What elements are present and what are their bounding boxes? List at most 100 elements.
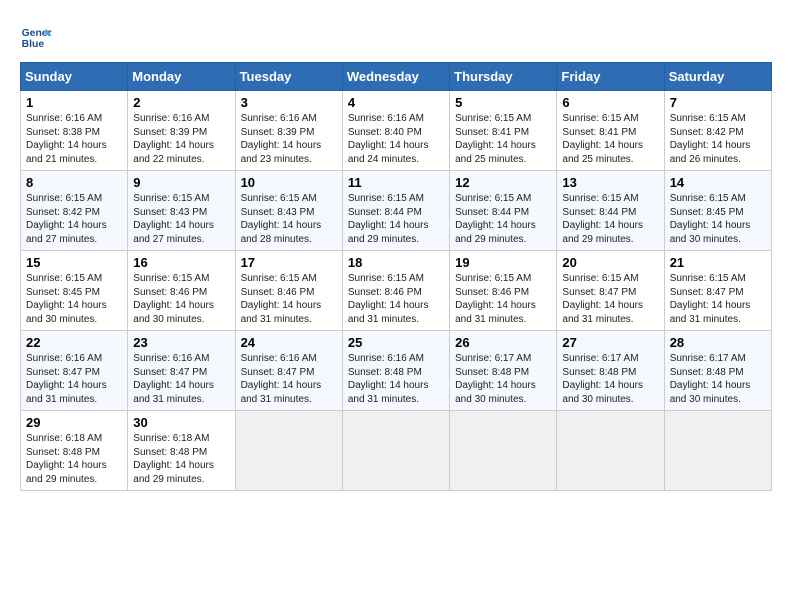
day-info: Sunrise: 6:15 AMSunset: 8:47 PMDaylight:… bbox=[670, 273, 751, 325]
day-info: Sunrise: 6:16 AMSunset: 8:40 PMDaylight:… bbox=[348, 113, 429, 165]
day-info: Sunrise: 6:16 AMSunset: 8:47 PMDaylight:… bbox=[26, 353, 107, 405]
day-number: 12 bbox=[455, 175, 551, 190]
calendar-cell: 14 Sunrise: 6:15 AMSunset: 8:45 PMDaylig… bbox=[664, 171, 771, 251]
day-info: Sunrise: 6:16 AMSunset: 8:39 PMDaylight:… bbox=[241, 113, 322, 165]
day-number: 28 bbox=[670, 335, 766, 350]
day-number: 6 bbox=[562, 95, 658, 110]
day-number: 20 bbox=[562, 255, 658, 270]
day-info: Sunrise: 6:15 AMSunset: 8:44 PMDaylight:… bbox=[348, 193, 429, 245]
calendar-week-2: 8 Sunrise: 6:15 AMSunset: 8:42 PMDayligh… bbox=[21, 171, 772, 251]
day-info: Sunrise: 6:15 AMSunset: 8:43 PMDaylight:… bbox=[133, 193, 214, 245]
day-number: 14 bbox=[670, 175, 766, 190]
calendar-cell: 3 Sunrise: 6:16 AMSunset: 8:39 PMDayligh… bbox=[235, 91, 342, 171]
calendar-week-3: 15 Sunrise: 6:15 AMSunset: 8:45 PMDaylig… bbox=[21, 251, 772, 331]
day-info: Sunrise: 6:15 AMSunset: 8:43 PMDaylight:… bbox=[241, 193, 322, 245]
day-info: Sunrise: 6:15 AMSunset: 8:44 PMDaylight:… bbox=[455, 193, 536, 245]
day-info: Sunrise: 6:15 AMSunset: 8:42 PMDaylight:… bbox=[26, 193, 107, 245]
calendar-cell: 6 Sunrise: 6:15 AMSunset: 8:41 PMDayligh… bbox=[557, 91, 664, 171]
calendar-cell: 22 Sunrise: 6:16 AMSunset: 8:47 PMDaylig… bbox=[21, 331, 128, 411]
day-info: Sunrise: 6:15 AMSunset: 8:42 PMDaylight:… bbox=[670, 113, 751, 165]
calendar-week-5: 29 Sunrise: 6:18 AMSunset: 8:48 PMDaylig… bbox=[21, 411, 772, 491]
day-number: 18 bbox=[348, 255, 444, 270]
calendar-header: SundayMondayTuesdayWednesdayThursdayFrid… bbox=[21, 63, 772, 91]
day-number: 11 bbox=[348, 175, 444, 190]
day-info: Sunrise: 6:15 AMSunset: 8:46 PMDaylight:… bbox=[241, 273, 322, 325]
day-number: 17 bbox=[241, 255, 337, 270]
day-info: Sunrise: 6:17 AMSunset: 8:48 PMDaylight:… bbox=[455, 353, 536, 405]
calendar-cell bbox=[235, 411, 342, 491]
day-number: 22 bbox=[26, 335, 122, 350]
day-number: 8 bbox=[26, 175, 122, 190]
day-info: Sunrise: 6:15 AMSunset: 8:41 PMDaylight:… bbox=[455, 113, 536, 165]
day-number: 3 bbox=[241, 95, 337, 110]
day-number: 2 bbox=[133, 95, 229, 110]
calendar-cell: 19 Sunrise: 6:15 AMSunset: 8:46 PMDaylig… bbox=[450, 251, 557, 331]
calendar-cell bbox=[450, 411, 557, 491]
day-number: 10 bbox=[241, 175, 337, 190]
calendar-cell: 1 Sunrise: 6:16 AMSunset: 8:38 PMDayligh… bbox=[21, 91, 128, 171]
calendar-cell: 20 Sunrise: 6:15 AMSunset: 8:47 PMDaylig… bbox=[557, 251, 664, 331]
calendar-cell: 16 Sunrise: 6:15 AMSunset: 8:46 PMDaylig… bbox=[128, 251, 235, 331]
calendar-cell: 10 Sunrise: 6:15 AMSunset: 8:43 PMDaylig… bbox=[235, 171, 342, 251]
weekday-header-saturday: Saturday bbox=[664, 63, 771, 91]
calendar-cell: 18 Sunrise: 6:15 AMSunset: 8:46 PMDaylig… bbox=[342, 251, 449, 331]
calendar-cell: 27 Sunrise: 6:17 AMSunset: 8:48 PMDaylig… bbox=[557, 331, 664, 411]
calendar-cell: 24 Sunrise: 6:16 AMSunset: 8:47 PMDaylig… bbox=[235, 331, 342, 411]
calendar-cell: 25 Sunrise: 6:16 AMSunset: 8:48 PMDaylig… bbox=[342, 331, 449, 411]
day-info: Sunrise: 6:15 AMSunset: 8:41 PMDaylight:… bbox=[562, 113, 643, 165]
logo-icon: General Blue bbox=[20, 20, 52, 52]
day-number: 24 bbox=[241, 335, 337, 350]
calendar-week-1: 1 Sunrise: 6:16 AMSunset: 8:38 PMDayligh… bbox=[21, 91, 772, 171]
weekday-header-friday: Friday bbox=[557, 63, 664, 91]
day-number: 26 bbox=[455, 335, 551, 350]
day-number: 15 bbox=[26, 255, 122, 270]
calendar-cell: 15 Sunrise: 6:15 AMSunset: 8:45 PMDaylig… bbox=[21, 251, 128, 331]
day-info: Sunrise: 6:17 AMSunset: 8:48 PMDaylight:… bbox=[670, 353, 751, 405]
day-info: Sunrise: 6:16 AMSunset: 8:48 PMDaylight:… bbox=[348, 353, 429, 405]
calendar-week-4: 22 Sunrise: 6:16 AMSunset: 8:47 PMDaylig… bbox=[21, 331, 772, 411]
day-number: 25 bbox=[348, 335, 444, 350]
calendar-cell: 4 Sunrise: 6:16 AMSunset: 8:40 PMDayligh… bbox=[342, 91, 449, 171]
calendar-cell: 13 Sunrise: 6:15 AMSunset: 8:44 PMDaylig… bbox=[557, 171, 664, 251]
day-number: 4 bbox=[348, 95, 444, 110]
calendar-cell: 17 Sunrise: 6:15 AMSunset: 8:46 PMDaylig… bbox=[235, 251, 342, 331]
calendar-cell bbox=[557, 411, 664, 491]
day-number: 5 bbox=[455, 95, 551, 110]
day-info: Sunrise: 6:15 AMSunset: 8:46 PMDaylight:… bbox=[133, 273, 214, 325]
calendar-cell: 29 Sunrise: 6:18 AMSunset: 8:48 PMDaylig… bbox=[21, 411, 128, 491]
weekday-header-thursday: Thursday bbox=[450, 63, 557, 91]
day-info: Sunrise: 6:16 AMSunset: 8:38 PMDaylight:… bbox=[26, 113, 107, 165]
calendar-cell: 12 Sunrise: 6:15 AMSunset: 8:44 PMDaylig… bbox=[450, 171, 557, 251]
page-header: General Blue bbox=[20, 20, 772, 52]
calendar-cell: 7 Sunrise: 6:15 AMSunset: 8:42 PMDayligh… bbox=[664, 91, 771, 171]
day-info: Sunrise: 6:16 AMSunset: 8:39 PMDaylight:… bbox=[133, 113, 214, 165]
calendar-cell: 23 Sunrise: 6:16 AMSunset: 8:47 PMDaylig… bbox=[128, 331, 235, 411]
weekday-header-monday: Monday bbox=[128, 63, 235, 91]
day-info: Sunrise: 6:15 AMSunset: 8:45 PMDaylight:… bbox=[26, 273, 107, 325]
calendar-cell bbox=[664, 411, 771, 491]
calendar-cell: 2 Sunrise: 6:16 AMSunset: 8:39 PMDayligh… bbox=[128, 91, 235, 171]
weekday-header-tuesday: Tuesday bbox=[235, 63, 342, 91]
day-number: 21 bbox=[670, 255, 766, 270]
day-info: Sunrise: 6:15 AMSunset: 8:44 PMDaylight:… bbox=[562, 193, 643, 245]
calendar-table: SundayMondayTuesdayWednesdayThursdayFrid… bbox=[20, 62, 772, 491]
calendar-cell: 28 Sunrise: 6:17 AMSunset: 8:48 PMDaylig… bbox=[664, 331, 771, 411]
day-number: 29 bbox=[26, 415, 122, 430]
day-number: 23 bbox=[133, 335, 229, 350]
day-info: Sunrise: 6:17 AMSunset: 8:48 PMDaylight:… bbox=[562, 353, 643, 405]
day-number: 7 bbox=[670, 95, 766, 110]
day-info: Sunrise: 6:15 AMSunset: 8:47 PMDaylight:… bbox=[562, 273, 643, 325]
day-info: Sunrise: 6:15 AMSunset: 8:46 PMDaylight:… bbox=[348, 273, 429, 325]
day-info: Sunrise: 6:15 AMSunset: 8:46 PMDaylight:… bbox=[455, 273, 536, 325]
day-number: 9 bbox=[133, 175, 229, 190]
calendar-cell: 26 Sunrise: 6:17 AMSunset: 8:48 PMDaylig… bbox=[450, 331, 557, 411]
calendar-cell: 5 Sunrise: 6:15 AMSunset: 8:41 PMDayligh… bbox=[450, 91, 557, 171]
weekday-header-sunday: Sunday bbox=[21, 63, 128, 91]
day-info: Sunrise: 6:18 AMSunset: 8:48 PMDaylight:… bbox=[133, 433, 214, 485]
calendar-cell: 30 Sunrise: 6:18 AMSunset: 8:48 PMDaylig… bbox=[128, 411, 235, 491]
calendar-cell: 9 Sunrise: 6:15 AMSunset: 8:43 PMDayligh… bbox=[128, 171, 235, 251]
day-number: 1 bbox=[26, 95, 122, 110]
day-number: 13 bbox=[562, 175, 658, 190]
day-info: Sunrise: 6:16 AMSunset: 8:47 PMDaylight:… bbox=[241, 353, 322, 405]
svg-text:Blue: Blue bbox=[22, 39, 45, 50]
